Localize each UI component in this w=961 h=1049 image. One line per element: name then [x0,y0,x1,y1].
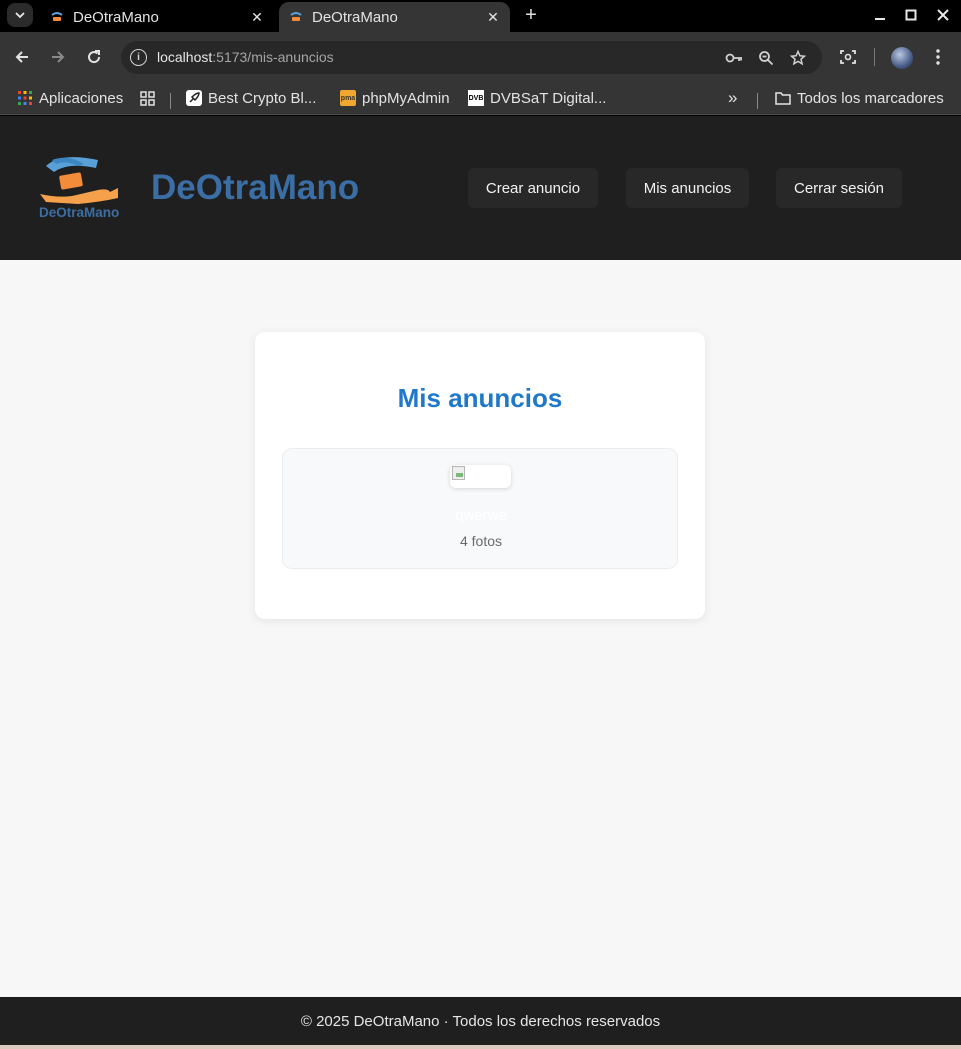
url-text[interactable]: localhost:5173/mis-anuncios [157,49,334,65]
forward-arrow-icon[interactable] [46,45,70,69]
all-bookmarks-folder[interactable]: Todos los marcadores [775,87,944,109]
back-arrow-icon[interactable] [10,45,34,69]
bookmark-dvbsat[interactable]: DVB DVBSaT Digital... [468,87,606,109]
page-title: Mis anuncios [397,383,563,413]
tab-strip: DeOtraMano ✕ DeOtraMano ✕ + [0,0,961,32]
apps-grid-icon [17,90,33,106]
bookmark-label: Todos los marcadores [797,89,944,107]
logo-wordmark: DeOtraMano [39,205,119,220]
reload-icon[interactable] [82,45,106,69]
page-viewport: DeOtraMano DeOtraMano Crear anuncio Mis … [0,116,961,1049]
site-favicon-icon [288,9,304,25]
url-host: localhost [157,49,213,65]
tab-title: DeOtraMano [312,8,398,26]
site-header: DeOtraMano DeOtraMano Crear anuncio Mis … [0,116,961,260]
bookmarks-overflow-chevron-icon[interactable]: » [728,87,737,109]
toolbar-divider [874,48,875,66]
maximize-icon[interactable] [900,4,922,26]
bookmark-divider [757,93,758,109]
bookmark-label: Best Crypto Bl... [208,89,317,107]
tab-deotramano-1[interactable]: DeOtraMano ✕ [40,2,274,32]
url-path: :5173/mis-anuncios [212,49,334,65]
site-favicon-icon [49,9,65,25]
dvb-icon: DVB [468,90,484,106]
site-logo[interactable]: DeOtraMano [38,154,128,220]
browser-toolbar: i localhost:5173/mis-anuncios [0,32,961,82]
key-icon[interactable] [723,47,745,69]
overflow-label: » [728,88,738,107]
menu-kebab-icon[interactable] [926,45,950,69]
bottom-edge [0,1045,961,1049]
ad-photo-count: 4 fotos [459,533,503,549]
grid-icon [139,90,155,106]
tab-title: DeOtraMano [73,8,159,26]
folder-icon [775,90,791,106]
chevron-down-icon [15,12,25,19]
site-info-icon[interactable]: i [130,49,147,66]
close-icon[interactable]: ✕ [484,8,502,26]
ad-list-item[interactable]: qwerwe 4 fotos [282,448,678,569]
tab-deotramano-2[interactable]: DeOtraMano ✕ [279,2,510,32]
tab-search-button[interactable] [7,3,33,27]
bookmark-best-crypto[interactable]: Best Crypto Bl... [186,87,316,109]
nav-cerrar-sesion-button[interactable]: Cerrar sesión [776,168,902,208]
bookmark-label: Aplicaciones [39,89,124,107]
rocket-icon [186,90,202,106]
zoom-icon[interactable] [755,47,777,69]
mis-anuncios-card: Mis anuncios qwerwe 4 fotos [255,332,705,619]
screenshot-icon[interactable] [836,45,860,69]
close-icon[interactable]: ✕ [248,8,266,26]
brand-title[interactable]: DeOtraMano [151,168,359,208]
phpmyadmin-icon: pma [340,90,356,106]
minimize-icon[interactable] [869,4,891,26]
footer-copyright: © 2025 DeOtraMano · Todos los derechos r… [300,1012,661,1030]
nav-crear-anuncio-button[interactable]: Crear anuncio [468,168,598,208]
bookmark-label: DVBSaT Digital... [490,89,607,107]
site-footer: © 2025 DeOtraMano · Todos los derechos r… [0,997,961,1045]
bookmarks-bar: Aplicaciones Best Crypto Bl... pma phpMy… [0,82,961,115]
bookmark-divider [170,93,171,109]
ad-title[interactable]: qwerwe [283,507,679,524]
broken-image-icon [452,466,465,480]
nav-mis-anuncios-button[interactable]: Mis anuncios [626,168,749,208]
bookmark-label: phpMyAdmin [362,89,450,107]
new-tab-plus-icon[interactable]: + [520,4,542,26]
bookmark-phpmyadmin[interactable]: pma phpMyAdmin [340,87,450,109]
window-close-icon[interactable] [932,4,954,26]
address-bar[interactable]: i localhost:5173/mis-anuncios [121,41,822,74]
profile-avatar[interactable] [891,47,913,69]
ad-thumbnail-broken-image[interactable] [450,465,511,488]
bookmark-grid[interactable] [139,87,161,109]
bookmark-aplicaciones[interactable]: Aplicaciones [17,87,123,109]
bookmark-star-icon[interactable] [787,47,809,69]
